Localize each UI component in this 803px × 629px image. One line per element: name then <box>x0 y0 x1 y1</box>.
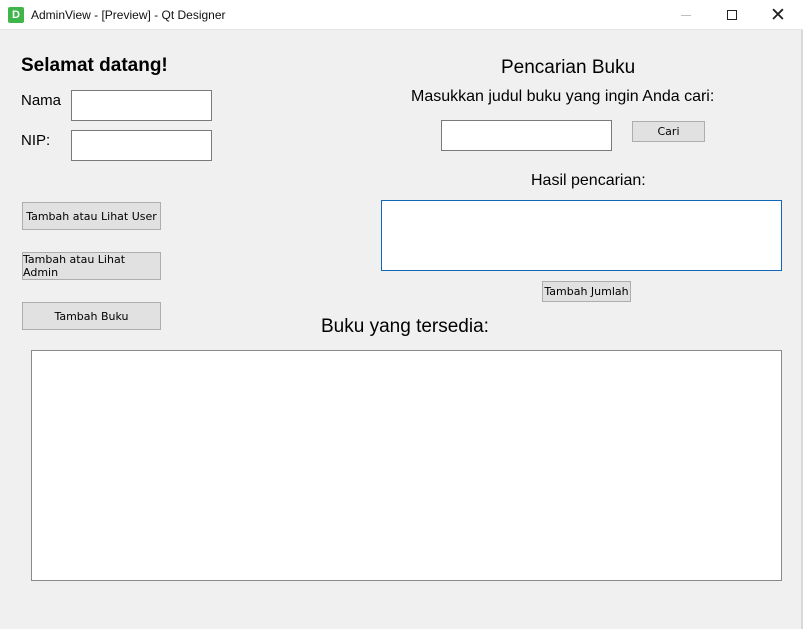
nama-label: Nama: <box>21 92 61 109</box>
welcome-heading: Selamat datang! <box>21 55 168 76</box>
title-bar[interactable]: D AdminView - [Preview] - Qt Designer ✕ <box>0 0 803 30</box>
nip-label: NIP: <box>21 132 51 149</box>
close-icon: ✕ <box>770 4 786 26</box>
maximize-icon <box>727 10 737 20</box>
book-search-input[interactable] <box>441 120 612 151</box>
minimize-button[interactable] <box>663 0 709 30</box>
available-books-list[interactable] <box>31 350 782 581</box>
add-view-user-button[interactable]: Tambah atau Lihat User <box>22 202 161 230</box>
search-button[interactable]: Cari <box>632 121 705 142</box>
qt-designer-icon: D <box>8 7 24 23</box>
nip-field[interactable] <box>71 130 212 161</box>
close-button[interactable]: ✕ <box>755 0 801 30</box>
search-title: Pencarian Buku <box>501 57 636 78</box>
maximize-button[interactable] <box>709 0 755 30</box>
window-title: AdminView - [Preview] - Qt Designer <box>31 8 226 22</box>
search-results-label: Hasil pencarian: <box>531 172 646 189</box>
minimize-icon <box>681 14 691 16</box>
available-books-label: Buku yang tersedia: <box>321 316 489 337</box>
add-view-admin-button[interactable]: Tambah atau Lihat Admin <box>22 252 161 280</box>
nama-field[interactable] <box>71 90 212 121</box>
add-book-button[interactable]: Tambah Buku <box>22 302 161 330</box>
search-instruction: Masukkan judul buku yang ingin Anda cari… <box>411 88 715 105</box>
add-quantity-button[interactable]: Tambah Jumlah <box>542 281 631 302</box>
search-results-box[interactable] <box>381 200 782 271</box>
